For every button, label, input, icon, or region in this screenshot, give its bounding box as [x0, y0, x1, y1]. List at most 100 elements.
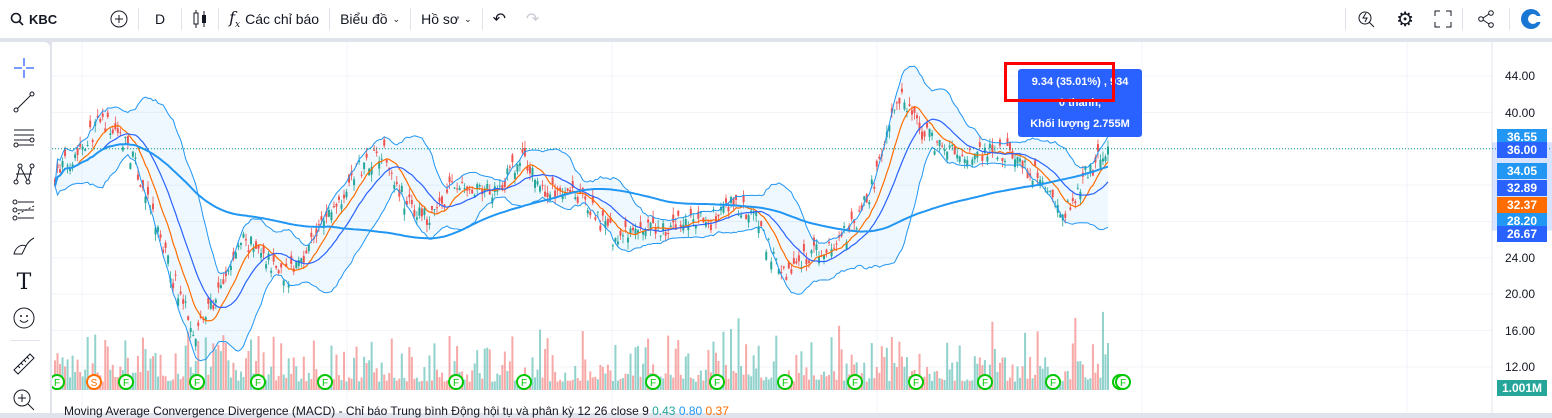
measure-tool[interactable]	[10, 350, 38, 378]
volume-bar	[903, 366, 906, 390]
price-chart[interactable]: FSFFFFFFFFFFFFFFF	[52, 42, 1552, 413]
volume-bar	[614, 344, 617, 390]
volume-bar	[1079, 361, 1082, 390]
pattern-tool[interactable]	[10, 160, 38, 188]
volume-bar	[292, 357, 295, 390]
candle-body	[124, 136, 127, 139]
volume-bar	[604, 373, 607, 390]
axis-price-label: 32.89	[1497, 180, 1547, 196]
volume-bar	[287, 358, 290, 390]
candle-body	[451, 181, 454, 183]
volume-bar	[332, 379, 335, 390]
volume-bar	[707, 350, 710, 390]
volume-bar	[946, 342, 949, 390]
candle-body	[1014, 159, 1017, 168]
volume-bar	[227, 360, 230, 390]
quick-search-button[interactable]	[1346, 0, 1386, 38]
chart-type-button[interactable]	[182, 0, 218, 38]
event-marker-label: F	[852, 378, 858, 389]
axis-tick: 24.00	[1505, 251, 1536, 265]
candle-body	[647, 219, 650, 223]
brand-logo	[1510, 0, 1552, 38]
volume-bar	[204, 337, 207, 390]
volume-bar	[307, 372, 310, 390]
volume-bar	[677, 340, 680, 390]
volume-bar	[938, 378, 941, 390]
volume-bar	[1091, 344, 1094, 390]
candle-body	[327, 209, 330, 217]
volume-bar	[1011, 364, 1014, 390]
event-marker-label: F	[194, 378, 200, 389]
candle-body	[757, 226, 760, 234]
volume-bar	[732, 370, 735, 390]
forecast-tool[interactable]	[10, 196, 38, 224]
volume-bar	[498, 375, 501, 390]
volume-bar	[632, 375, 635, 390]
candle-body	[305, 250, 308, 254]
interval-button[interactable]: D	[139, 0, 181, 38]
event-marker-label: S	[91, 378, 98, 389]
volume-bar	[554, 371, 557, 390]
volume-bar	[888, 380, 891, 390]
profile-menu-button[interactable]: Hồ sơ ⌄	[411, 0, 482, 38]
volume-bar	[624, 373, 627, 390]
brush-tool[interactable]	[10, 232, 38, 260]
zoom-tool[interactable]	[10, 386, 38, 414]
symbol-search-button[interactable]: KBC	[0, 0, 100, 38]
candle-body	[265, 264, 268, 269]
volume-bar	[144, 349, 147, 390]
candle-body	[1069, 207, 1072, 210]
candle-body	[192, 334, 195, 336]
event-marker-label: F	[782, 378, 788, 389]
pattern-icon	[13, 163, 35, 185]
chart-pane[interactable]: FSFFFFFFFFFFFFFFF	[52, 42, 1552, 413]
volume-bar	[408, 347, 411, 390]
candle-body	[280, 263, 283, 268]
add-symbol-button[interactable]	[100, 0, 138, 38]
volume-bar	[234, 370, 237, 390]
fib-tool[interactable]	[10, 124, 38, 152]
candle-body	[340, 204, 343, 209]
candle-body	[1107, 146, 1109, 155]
candle-body	[282, 280, 285, 286]
volume-bar	[971, 380, 974, 390]
candle-body	[272, 255, 275, 262]
volume-bar	[242, 376, 245, 390]
chart-menu-button[interactable]: Biểu đồ ⌄	[330, 0, 410, 38]
emoji-tool[interactable]	[10, 304, 38, 332]
volume-bar	[104, 339, 107, 390]
candle-body	[1076, 187, 1079, 189]
candle-body	[707, 221, 710, 223]
candle-body	[330, 212, 333, 221]
fullscreen-button[interactable]	[1424, 0, 1462, 38]
settings-button[interactable]: ⚙	[1386, 0, 1424, 38]
volume-bar	[79, 371, 82, 390]
candle-body	[1049, 190, 1052, 192]
candle-body	[425, 219, 428, 225]
candle-body	[174, 274, 177, 276]
volume-bar	[358, 381, 361, 390]
candle-body	[875, 160, 878, 167]
candle-body	[365, 153, 368, 158]
undo-button[interactable]: ↶	[483, 0, 516, 38]
volume-bar	[868, 378, 871, 390]
candle-body	[106, 112, 109, 118]
redo-icon: ↷	[526, 11, 540, 28]
text-tool[interactable]: T	[10, 268, 38, 296]
share-button[interactable]	[1463, 0, 1509, 38]
axis-price-label: 26.67	[1497, 226, 1547, 242]
trend-line-tool[interactable]	[10, 88, 38, 116]
volume-bar	[177, 373, 180, 390]
volume-bar	[682, 378, 685, 390]
crosshair-tool[interactable]	[10, 54, 38, 82]
candle-body	[795, 261, 798, 264]
volume-bar	[1096, 363, 1099, 390]
candle-body	[458, 187, 461, 191]
redo-button[interactable]: ↷	[516, 0, 549, 38]
candle-body	[275, 265, 278, 268]
volume-bar	[571, 379, 574, 390]
indicators-button[interactable]: fx Các chỉ báo	[219, 0, 329, 38]
candle-body	[408, 194, 411, 198]
volume-bar	[136, 355, 139, 390]
event-marker-label: F	[1050, 378, 1056, 389]
